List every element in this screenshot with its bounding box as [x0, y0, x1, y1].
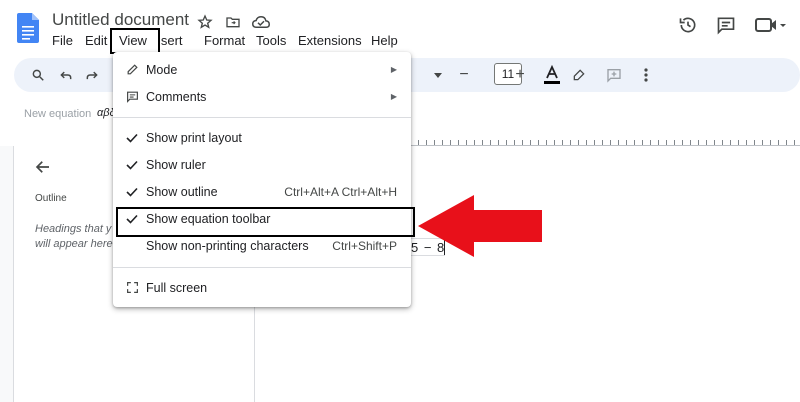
menu-item-show-outline[interactable]: Show outline Ctrl+Alt+A Ctrl+Alt+H — [113, 178, 411, 205]
view-dropdown-menu: Mode ▶ Comments ▶ Show print layout Show… — [113, 52, 411, 307]
menu-edit[interactable]: Edit — [85, 33, 110, 48]
fullscreen-icon — [125, 281, 139, 294]
menu-insert[interactable]: Insert — [158, 33, 198, 48]
menu-tools[interactable]: Tools — [256, 33, 286, 48]
comment-icon — [125, 90, 139, 103]
insert-comment-icon[interactable] — [604, 65, 624, 85]
search-icon[interactable] — [28, 65, 48, 85]
menu-item-label: Comments — [146, 89, 207, 104]
menu-item-label: Show ruler — [146, 157, 206, 172]
checkmark-icon — [125, 160, 139, 170]
font-dropdown-arrow-icon[interactable] — [428, 65, 448, 85]
menu-item-label: Show non-printing characters — [146, 238, 309, 253]
outline-hint-line-1: Headings that y — [35, 223, 112, 235]
meet-icon[interactable] — [754, 15, 786, 35]
menu-item-show-print-layout[interactable]: Show print layout — [113, 124, 411, 151]
menu-file[interactable]: File — [52, 33, 73, 48]
new-equation-button[interactable]: New equation — [24, 108, 91, 120]
checkmark-icon — [125, 187, 139, 197]
menu-item-label: Full screen — [146, 280, 208, 295]
equation-toolbar-annotation-box — [116, 207, 415, 237]
vertical-ruler[interactable] — [0, 146, 14, 402]
docs-logo-icon[interactable] — [17, 13, 39, 43]
horizontal-ruler[interactable] — [410, 128, 800, 146]
menu-item-label: Show outline — [146, 184, 218, 199]
submenu-arrow-icon: ▶ — [390, 92, 397, 101]
cloud-status-icon[interactable] — [251, 12, 271, 32]
redo-icon[interactable] — [82, 65, 102, 85]
outline-title: Outline — [35, 193, 67, 204]
menu-view[interactable]: View — [119, 33, 147, 48]
menu-divider — [113, 267, 411, 268]
checkmark-icon — [125, 133, 139, 143]
move-to-folder-icon[interactable] — [223, 12, 243, 32]
comment-history-icon[interactable] — [716, 15, 736, 35]
document-title[interactable]: Untitled document — [52, 10, 189, 30]
highlight-color-icon[interactable] — [569, 65, 589, 85]
undo-icon[interactable] — [56, 65, 76, 85]
font-size-decrease-button[interactable]: − — [454, 65, 474, 85]
menu-extensions[interactable]: Extensions — [298, 33, 362, 48]
submenu-arrow-icon: ▶ — [390, 65, 397, 74]
menu-item-mode[interactable]: Mode ▶ — [113, 56, 411, 83]
menu-format[interactable]: Format — [204, 33, 245, 48]
font-size-increase-button[interactable]: + — [510, 65, 530, 85]
menu-help[interactable]: Help — [371, 33, 398, 48]
menu-item-comments[interactable]: Comments ▶ — [113, 83, 411, 110]
outline-hint-line-2: will appear here — [35, 238, 113, 250]
shortcut-label: Ctrl+Alt+A Ctrl+Alt+H — [284, 184, 397, 199]
pencil-icon — [125, 63, 139, 76]
close-outline-arrow-icon[interactable] — [34, 158, 52, 181]
menu-divider — [113, 117, 411, 118]
menu-item-show-ruler[interactable]: Show ruler — [113, 151, 411, 178]
star-icon[interactable] — [195, 12, 215, 32]
text-color-icon[interactable] — [542, 65, 562, 85]
shortcut-label: Ctrl+Shift+P — [332, 238, 397, 253]
menu-item-label: Mode — [146, 62, 178, 77]
red-arrow-annotation — [418, 195, 544, 262]
more-options-icon[interactable] — [636, 65, 656, 85]
menu-item-full-screen[interactable]: Full screen — [113, 274, 411, 301]
history-icon[interactable] — [678, 15, 698, 35]
menu-item-label: Show print layout — [146, 130, 242, 145]
outline-hint: Headings that y will appear here — [35, 222, 115, 252]
